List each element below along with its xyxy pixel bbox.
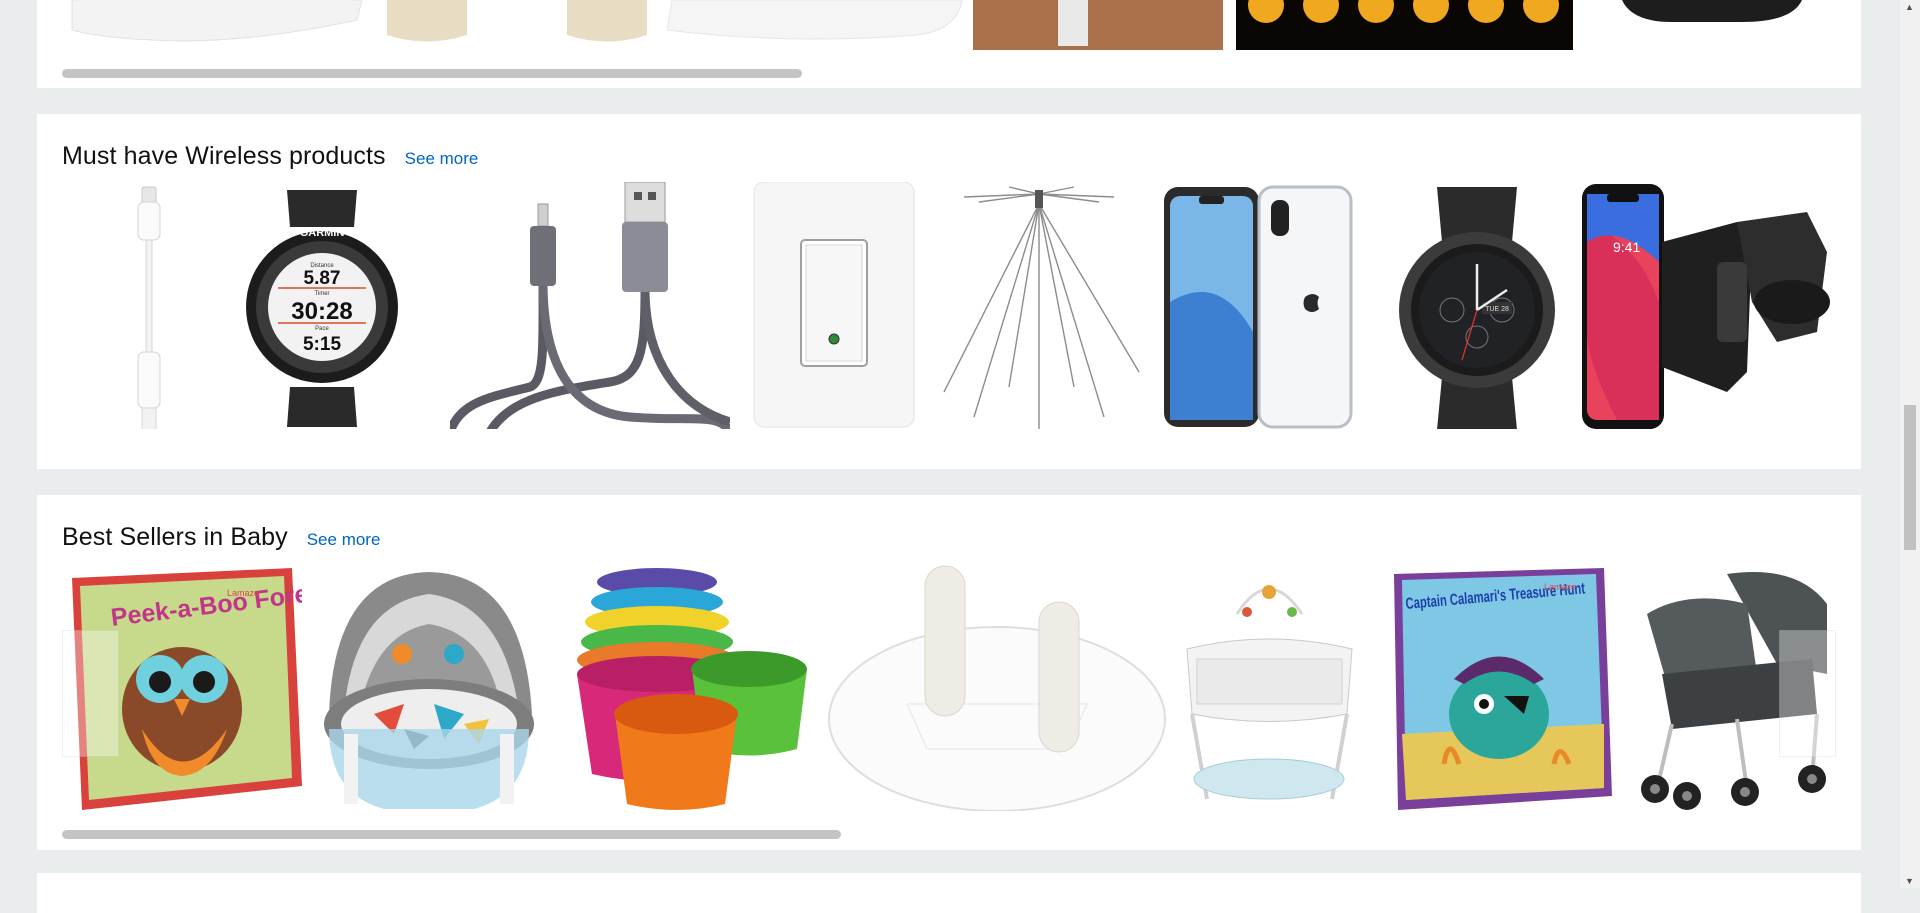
watch-brand: GARMIN: [300, 227, 345, 239]
top-shelf-row: [62, 0, 1836, 62]
baby-carousel-next-button[interactable]: [1779, 630, 1836, 757]
book-brand-treasure: Lamaze: [1544, 582, 1576, 592]
product-gps-sport-watch[interactable]: GARMIN Distance 5.87 Timer 30:28 Pace 5:…: [242, 179, 402, 429]
timer-label: Timer: [314, 291, 329, 297]
wireless-see-more-link[interactable]: See more: [405, 149, 479, 169]
top-product-candle[interactable]: [562, 0, 652, 50]
watch-date: TUE 28: [1485, 306, 1509, 313]
phone-time: 9:41: [1613, 239, 1640, 255]
page-scrollbar-thumb[interactable]: [1904, 405, 1916, 550]
top-shelf-scrollbar-thumb[interactable]: [62, 69, 802, 78]
next-card: [37, 873, 1861, 913]
top-product-candle[interactable]: [382, 0, 472, 50]
wireless-carousel: GARMIN Distance 5.87 Timer 30:28 Pace 5:…: [62, 179, 1836, 429]
product-usb-lightning-cable[interactable]: [450, 179, 730, 429]
top-shelf-scrollbar[interactable]: [62, 69, 1836, 79]
product-bassinet[interactable]: [1177, 561, 1362, 811]
baby-header: Best Sellers in Baby See more: [62, 523, 380, 552]
top-product-device[interactable]: [1592, 0, 1832, 50]
top-product-tealights[interactable]: [1236, 0, 1573, 50]
baby-title: Best Sellers in Baby: [62, 523, 288, 551]
baby-carousel-prev-button[interactable]: [62, 630, 119, 757]
product-car-phone-mount[interactable]: 9:41: [1577, 179, 1832, 429]
page-scrollbar[interactable]: ▲ ▼: [1900, 0, 1920, 888]
product-clear-phone-case[interactable]: [1159, 179, 1354, 429]
book-brand: Lamaze: [227, 588, 259, 598]
top-product-pillow[interactable]: [62, 0, 367, 50]
product-treasure-hunt-book[interactable]: Captain Calamari's Treasure Hunt Lamaze: [1384, 561, 1614, 811]
product-outlet-plug-cover[interactable]: [827, 561, 1167, 811]
top-product-heater[interactable]: [973, 0, 1223, 50]
top-product-pillow[interactable]: [667, 0, 967, 50]
pace-label: Pace: [315, 326, 329, 332]
scroll-up-icon[interactable]: ▲: [1905, 2, 1914, 12]
baby-scrollbar[interactable]: [62, 830, 1836, 840]
baby-see-more-link[interactable]: See more: [307, 530, 381, 550]
baby-scrollbar-thumb[interactable]: [62, 830, 841, 839]
timer-value: 30:28: [291, 298, 352, 325]
product-baby-dome[interactable]: [314, 561, 544, 811]
product-stacking-cups[interactable]: [557, 561, 812, 811]
baby-card: Best Sellers in Baby See more Peek-a-Boo…: [37, 495, 1861, 850]
product-headphone-adapter[interactable]: [62, 179, 227, 429]
product-scanner-antenna[interactable]: [934, 179, 1144, 429]
distance-value: 5.87: [304, 268, 341, 289]
wireless-card: Must have Wireless products See more GAR…: [37, 114, 1861, 469]
top-shelf-card: [37, 0, 1861, 88]
product-smart-light-switch[interactable]: [749, 179, 919, 429]
wireless-title: Must have Wireless products: [62, 142, 386, 170]
pace-value: 5:15: [303, 334, 341, 355]
scroll-down-icon[interactable]: ▼: [1905, 876, 1914, 886]
product-smartwatch[interactable]: TUE 28: [1392, 179, 1562, 429]
wireless-header: Must have Wireless products See more: [62, 142, 478, 171]
baby-carousel: Peek-a-Boo Forest Lamaze Captain Calamar…: [62, 561, 1836, 811]
